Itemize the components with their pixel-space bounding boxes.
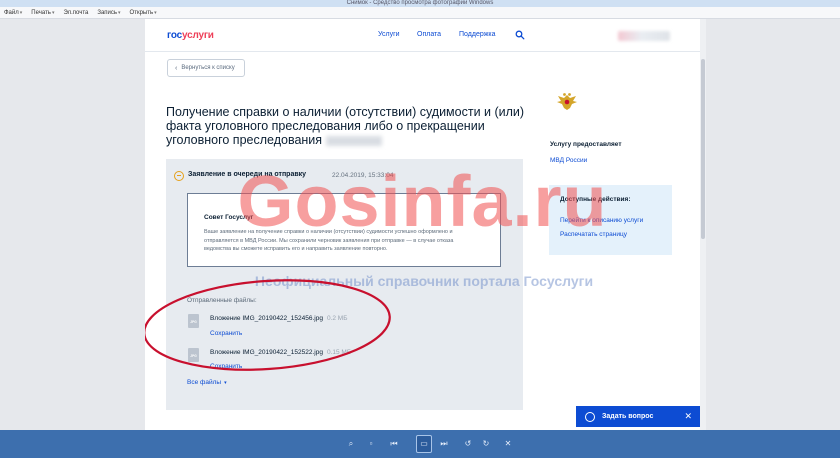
- jpg-file-icon: JPG: [188, 348, 199, 362]
- save-file-link[interactable]: Сохранить: [210, 363, 242, 370]
- menu-open-label: Открыть: [129, 9, 154, 16]
- all-files-label: Все файлы: [187, 379, 222, 386]
- menu-print[interactable]: Печать▾: [31, 10, 54, 16]
- status-card: Заявление в очереди на отправку 22.04.20…: [166, 159, 523, 410]
- header-divider: [145, 51, 700, 52]
- zoom-icon[interactable]: ⌕: [344, 438, 358, 450]
- chevron-down-icon: ▾: [118, 9, 121, 16]
- logo-part-gos: гос: [167, 30, 182, 41]
- rotate-right-icon[interactable]: ↻: [480, 438, 492, 450]
- search-icon[interactable]: [515, 30, 525, 40]
- gosuslugi-page: госуслуги Услуги Оплата Поддержка ‹ Верн…: [145, 19, 700, 430]
- available-actions-box: Доступные действия: Перейти к описанию у…: [549, 185, 672, 255]
- chevron-down-icon: ▾: [19, 9, 23, 16]
- menu-print-label: Печать: [31, 9, 51, 16]
- delete-icon[interactable]: ✕: [502, 438, 514, 450]
- file-type-label: JPG: [190, 320, 197, 324]
- advice-text: Ваше заявление на получение справки о на…: [204, 229, 454, 252]
- file-name-text: Вложение IMG_20190422_152522.jpg: [210, 349, 323, 356]
- back-button-label: Вернуться к списку: [181, 65, 235, 71]
- file-name: Вложение IMG_20190422_152522.jpg 0.15 МБ: [210, 349, 351, 356]
- menu-burn[interactable]: Запись▾: [97, 10, 120, 16]
- fit-icon[interactable]: ▫: [366, 438, 376, 450]
- jpg-file-icon: JPG: [188, 314, 199, 328]
- status-text: Заявление в очереди на отправку: [188, 171, 307, 178]
- menu-email[interactable]: Эл.почта: [63, 10, 88, 16]
- previous-icon[interactable]: ⏮: [388, 438, 400, 450]
- slideshow-icon: ▭: [420, 439, 428, 448]
- advice-box: Совет Госуслуг Ваше заявление на получен…: [187, 193, 501, 267]
- menu-file[interactable]: Файл▾: [4, 10, 22, 16]
- gosuslugi-logo[interactable]: госуслуги: [167, 30, 214, 41]
- next-icon[interactable]: ⏭: [438, 438, 450, 450]
- chevron-left-icon: ‹: [175, 64, 178, 72]
- scrollbar-thumb[interactable]: [701, 59, 705, 239]
- ask-question-label: Задать вопрос: [602, 413, 654, 420]
- user-name-blurred[interactable]: [618, 31, 670, 41]
- sent-files-label: Отправленные файлы:: [187, 297, 257, 304]
- menubar: Файл▾ Печать▾ Эл.почта Запись▾ Открыть▾: [0, 7, 840, 19]
- chat-icon: [585, 411, 595, 422]
- file-size: 0.2 МБ: [326, 315, 348, 322]
- page-title: Получение справки о наличии (отсутствии)…: [166, 105, 526, 147]
- advice-title: Совет Госуслуг: [204, 214, 254, 221]
- nav-payment[interactable]: Оплата: [417, 31, 441, 38]
- file-size: 0.15 МБ: [326, 349, 352, 356]
- menu-email-label: Эл.почта: [63, 9, 89, 16]
- print-page-link[interactable]: Распечатать страницу: [560, 231, 627, 238]
- chevron-down-icon: ▾: [51, 9, 55, 16]
- actions-title: Доступные действия:: [560, 196, 631, 203]
- back-to-list-button[interactable]: ‹ Вернуться к списку: [167, 59, 245, 77]
- ask-question-widget[interactable]: Задать вопрос ✕: [576, 406, 700, 427]
- menu-file-label: Файл: [4, 9, 19, 16]
- viewer-toolbar: ⌕ ▫ ⏮ ▭ ⏭ ↺ ↻ ✕: [0, 430, 840, 458]
- blurred-text: [326, 135, 383, 146]
- file-name-text: Вложение IMG_20190422_152456.jpg: [210, 315, 323, 322]
- pending-status-icon: [174, 171, 184, 181]
- page-scrollbar[interactable]: [700, 19, 706, 430]
- logo-part-uslugi: услуги: [181, 30, 214, 41]
- nav-services[interactable]: Услуги: [378, 31, 400, 38]
- provider-title: Услугу предоставляет: [550, 141, 622, 148]
- menu-open[interactable]: Открыть▾: [130, 10, 157, 16]
- service-description-link[interactable]: Перейти к описанию услуги: [560, 217, 643, 224]
- file-type-label: JPG: [190, 354, 197, 358]
- chevron-down-icon: ▾: [224, 380, 227, 386]
- nav-support[interactable]: Поддержка: [459, 31, 496, 38]
- save-file-link[interactable]: Сохранить: [210, 330, 242, 337]
- window-title: Снимок - Средство просмотра фотографий W…: [0, 0, 840, 7]
- provider-link[interactable]: МВД России: [550, 157, 587, 164]
- menu-burn-label: Запись: [97, 9, 118, 16]
- mvd-emblem-icon: [557, 93, 577, 110]
- all-files-link[interactable]: Все файлы ▾: [187, 379, 227, 386]
- chevron-down-icon: ▾: [154, 9, 157, 16]
- file-name: Вложение IMG_20190422_152456.jpg 0.2 МБ: [210, 315, 347, 322]
- rotate-left-icon[interactable]: ↺: [462, 438, 474, 450]
- status-date: 22.04.2019, 15:33:04: [332, 172, 394, 179]
- close-icon[interactable]: ✕: [684, 411, 692, 422]
